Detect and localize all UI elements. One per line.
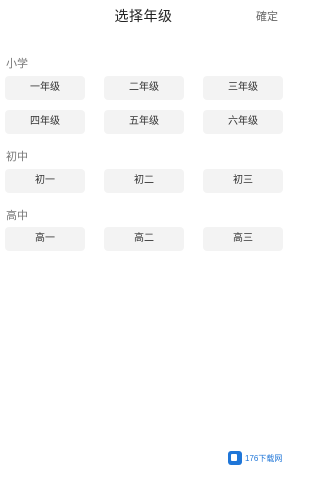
grade-row: 一年级 二年级 三年级 (5, 76, 283, 100)
grade-chip[interactable]: 一年级 (5, 76, 85, 100)
grade-chip[interactable]: 四年级 (5, 110, 85, 134)
grade-chip[interactable]: 初三 (203, 169, 283, 193)
page-title: 选择年级 (114, 9, 173, 25)
grade-chip[interactable]: 初二 (104, 169, 184, 193)
section-title-primary: 小学 (6, 57, 28, 70)
watermark-text: 176下载网 (245, 453, 283, 463)
section-title-middle: 初中 (6, 150, 28, 163)
grade-grid-primary: 一年级 二年级 三年级 (5, 76, 283, 100)
section-title-high: 高中 (6, 209, 28, 222)
grade-grid-primary-row2: 四年级 五年级 六年级 (5, 110, 283, 134)
grade-chip[interactable]: 二年级 (104, 76, 184, 100)
confirm-button[interactable]: 確定 (256, 8, 278, 24)
grade-chip[interactable]: 三年级 (203, 76, 283, 100)
grade-chip[interactable]: 高二 (104, 227, 184, 251)
watermark: 176下载网 (228, 449, 284, 467)
header: 选择年级 確定 (0, 0, 287, 32)
grade-grid-high: 高一 高二 高三 (5, 227, 283, 251)
grade-row: 高一 高二 高三 (5, 227, 283, 251)
grade-grid-middle: 初一 初二 初三 (5, 169, 283, 193)
grade-row: 初一 初二 初三 (5, 169, 283, 193)
grade-row: 四年级 五年级 六年级 (5, 110, 283, 134)
grade-chip[interactable]: 六年级 (203, 110, 283, 134)
grade-chip[interactable]: 五年级 (104, 110, 184, 134)
grade-chip[interactable]: 初一 (5, 169, 85, 193)
grade-chip[interactable]: 高三 (203, 227, 283, 251)
site-logo-icon (228, 451, 242, 465)
grade-chip[interactable]: 高一 (5, 227, 85, 251)
